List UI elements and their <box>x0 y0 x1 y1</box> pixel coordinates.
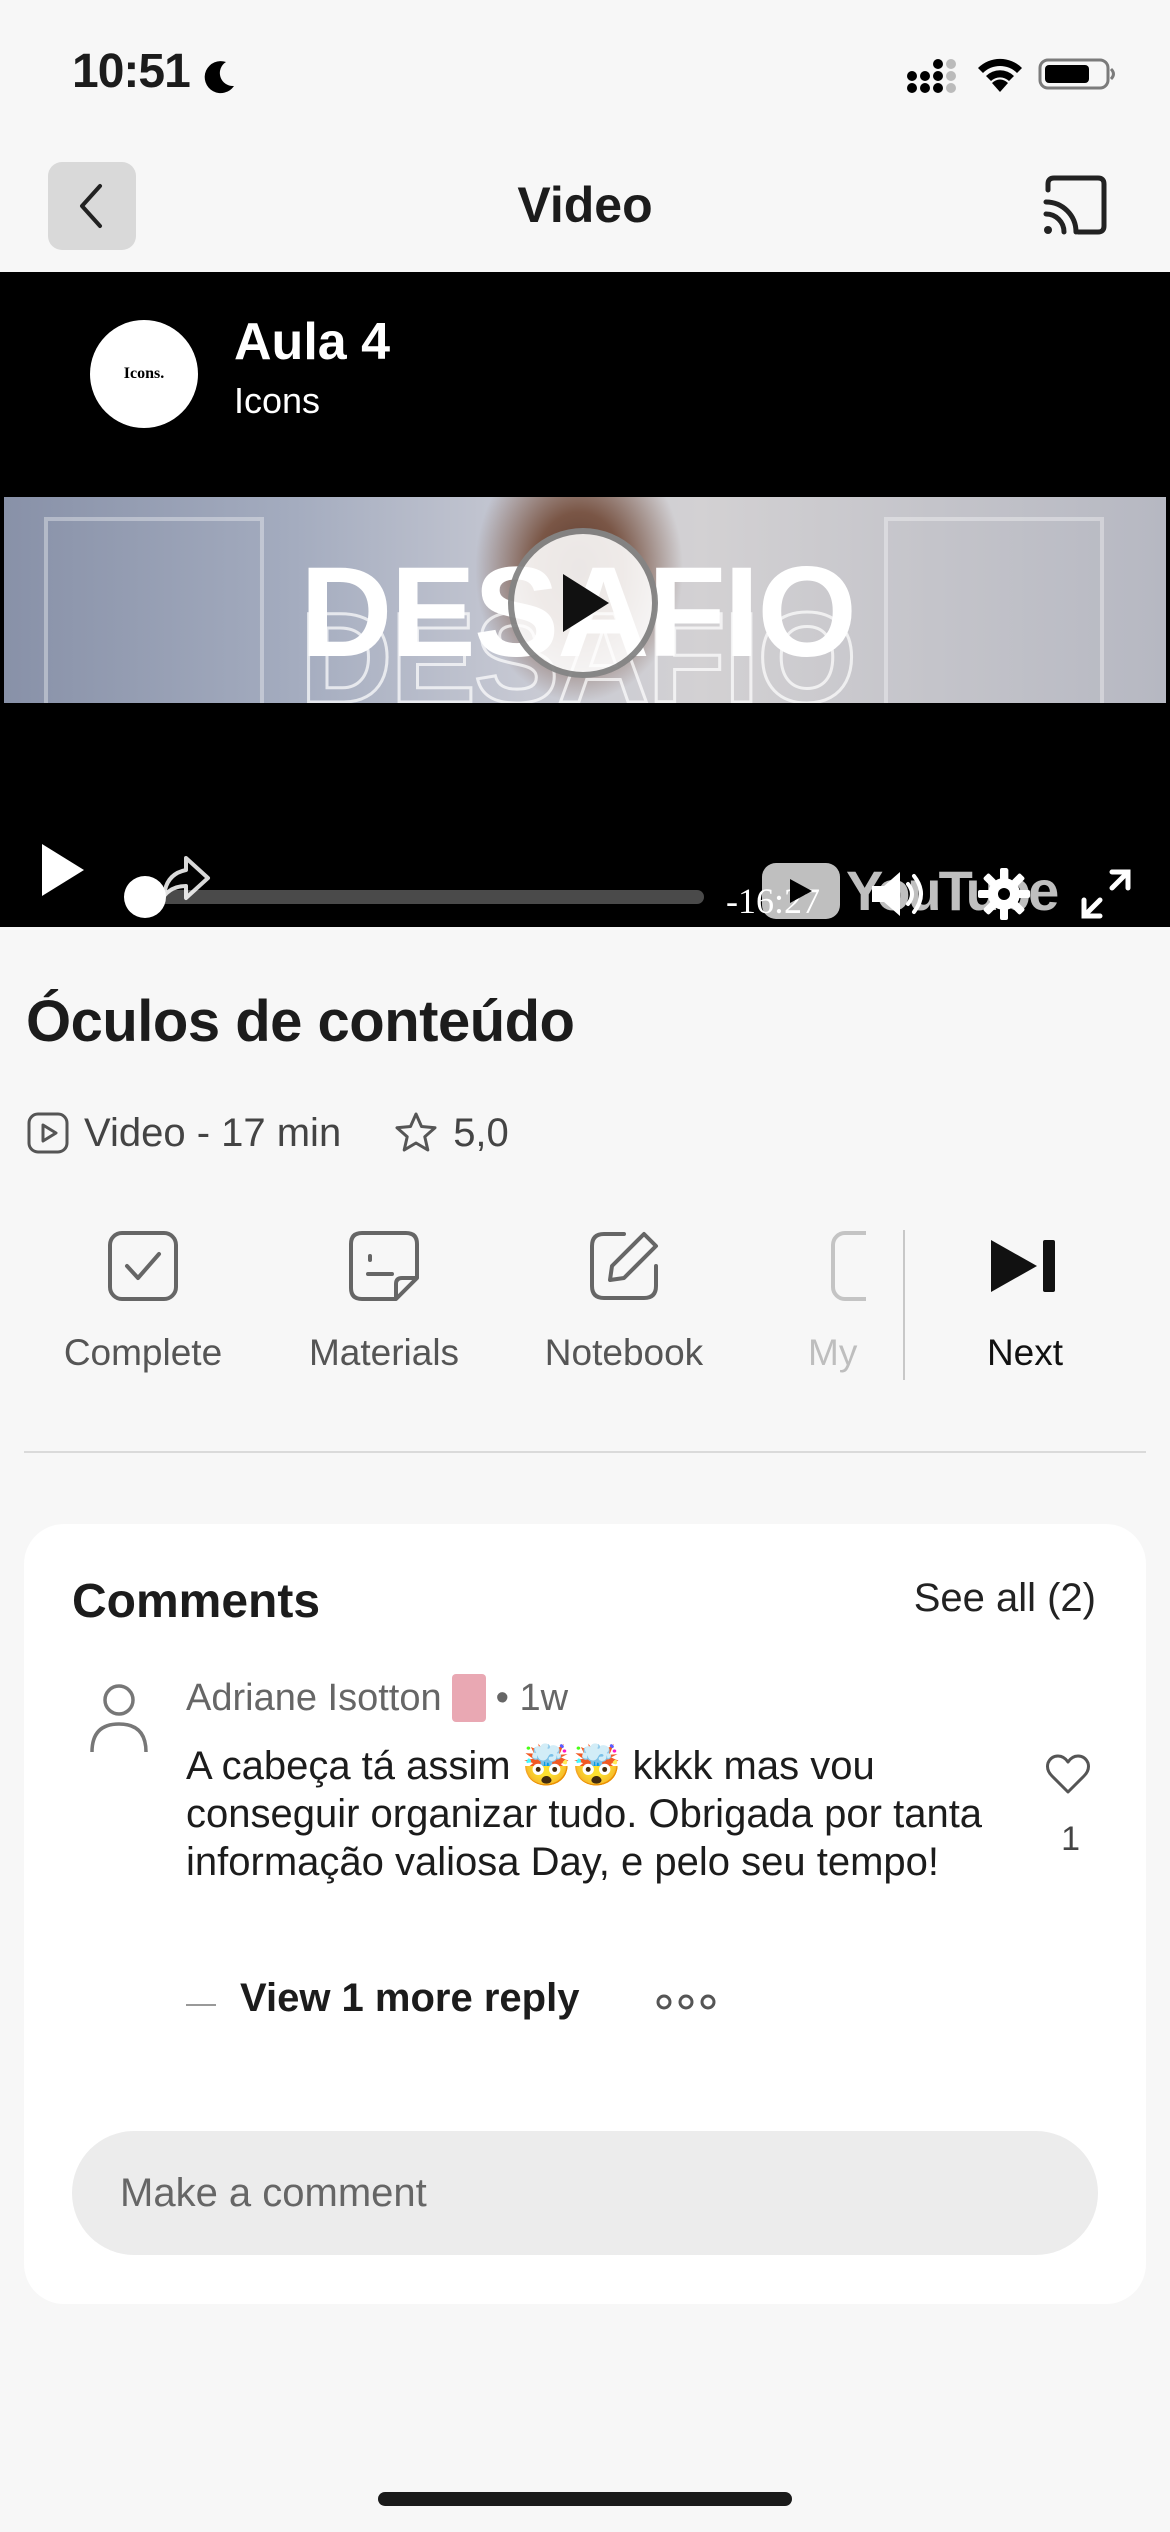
rating-value: 5,0 <box>453 1110 509 1155</box>
actions-divider <box>903 1230 905 1380</box>
fullscreen-icon[interactable] <box>1078 866 1134 922</box>
player-controls: -16:27 YouTube <box>0 812 1170 922</box>
youtube-play-icon <box>762 862 840 919</box>
center-play-button[interactable] <box>508 528 658 678</box>
cellular-signal-icon <box>907 59 956 93</box>
channel-avatar[interactable]: Icons. <box>90 320 198 428</box>
navigation-bar: Video <box>0 150 1170 270</box>
reply-line <box>186 2004 216 2006</box>
comment-input[interactable] <box>72 2131 1098 2255</box>
video-player[interactable]: Icons. Aula 4 Icons DESAFIO DESAFIO -16:… <box>0 272 1170 927</box>
like-count: 1 <box>1061 1820 1080 1858</box>
notebook-button[interactable]: Notebook <box>514 1220 734 1374</box>
lesson-type: Video - 17 min <box>26 1111 341 1156</box>
comment-author[interactable]: Adriane Isotton <box>186 1677 442 1720</box>
video-title[interactable]: Aula 4 <box>234 312 390 372</box>
complete-label: Complete <box>63 1332 223 1373</box>
comments-card: Comments See all (2) Adriane Isotton • 1… <box>24 1524 1146 2304</box>
home-indicator <box>378 2492 792 2506</box>
view-replies-button[interactable]: View 1 more reply <box>240 1976 579 2021</box>
share-icon[interactable] <box>156 848 212 904</box>
my-label: My <box>808 1332 858 1373</box>
settings-gear-icon[interactable] <box>976 866 1032 922</box>
materials-label: Materials <box>308 1332 460 1373</box>
volume-icon[interactable] <box>868 866 932 922</box>
comment-age: • 1w <box>495 1676 569 1719</box>
wifi-icon <box>978 58 1022 92</box>
my-notes-button[interactable]: My <box>736 1220 866 1374</box>
next-label: Next <box>986 1332 1064 1373</box>
comments-title: Comments <box>72 1575 321 1628</box>
moon-icon <box>204 61 234 94</box>
see-all-comments-link[interactable]: See all (2) <box>914 1576 1096 1621</box>
comment-text: A cabeça tá assim 🤯🤯 kkkk mas vou conseg… <box>186 1744 983 1884</box>
user-avatar-icon[interactable] <box>88 1682 150 1754</box>
progress-bar[interactable] <box>146 890 704 904</box>
status-time: 10:51 <box>72 45 191 98</box>
video-channel-name[interactable]: Icons <box>234 380 320 422</box>
play-icon[interactable] <box>38 840 88 900</box>
skip-next-icon <box>991 1240 1055 1292</box>
thumbnail-panel <box>884 517 1104 703</box>
battery-icon <box>1038 58 1115 90</box>
lesson-title: Óculos de conteúdo <box>26 989 575 1054</box>
lesson-meta: Video - 17 min 5,0 <box>26 1106 509 1160</box>
lesson-type-label: Video - 17 min <box>84 1110 342 1155</box>
user-badge-icon <box>451 1674 486 1722</box>
more-options-icon[interactable] <box>654 1990 718 2014</box>
lesson-rating[interactable]: 5,0 <box>393 1110 509 1156</box>
bookmark-icon <box>831 1231 866 1301</box>
section-divider <box>24 1451 1146 1453</box>
thumbnail-panel <box>44 517 264 703</box>
checkbox-icon <box>108 1231 178 1301</box>
materials-button[interactable]: Materials <box>274 1220 494 1374</box>
comment-header: Adriane Isotton • 1w <box>186 1674 568 1722</box>
video-icon <box>27 1112 69 1154</box>
document-icon <box>349 1231 419 1301</box>
status-bar: 10:51 <box>0 0 1170 140</box>
next-lesson-button[interactable]: Next <box>920 1220 1130 1374</box>
complete-button[interactable]: Complete <box>33 1220 253 1374</box>
notebook-label: Notebook <box>544 1332 704 1373</box>
cast-icon[interactable] <box>1038 172 1112 242</box>
heart-icon[interactable] <box>1044 1752 1092 1796</box>
edit-note-icon <box>590 1232 658 1300</box>
page-title: Video <box>517 177 653 233</box>
star-icon <box>395 1112 437 1152</box>
play-icon <box>563 574 609 632</box>
lesson-actions: Complete Materials Notebook My Next <box>0 1220 1170 1390</box>
